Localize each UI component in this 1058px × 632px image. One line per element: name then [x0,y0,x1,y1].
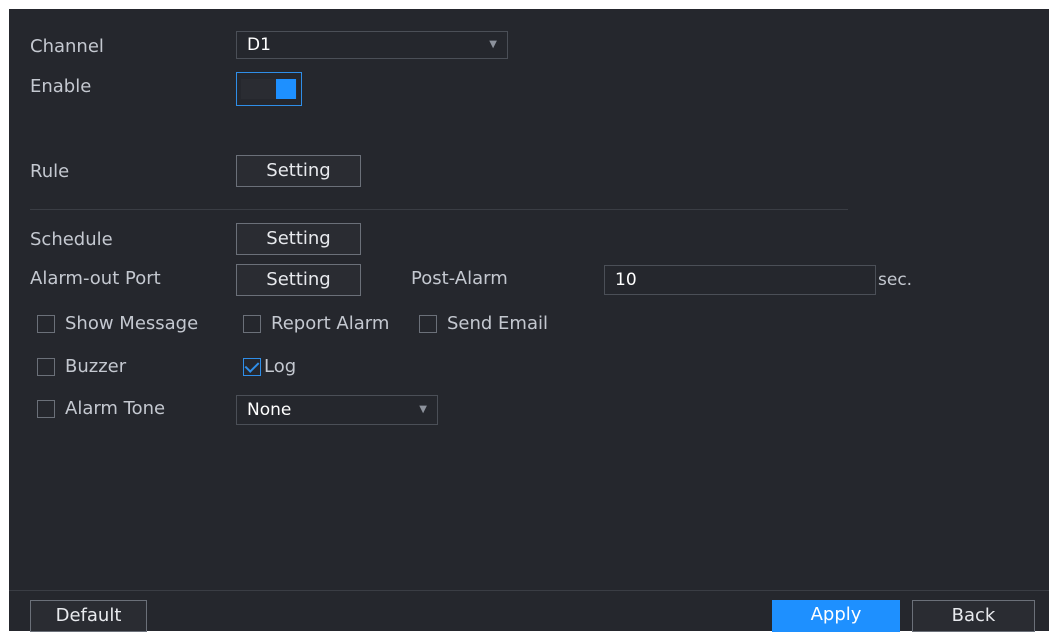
log-label: Log [264,356,297,377]
report-alarm-checkbox[interactable] [243,315,261,333]
enable-toggle[interactable] [236,72,302,106]
channel-dropdown[interactable]: D1 ▼ [236,31,508,59]
enable-label: Enable [30,76,92,97]
rule-setting-button[interactable]: Setting [236,155,361,187]
toggle-knob [276,79,296,99]
default-button[interactable]: Default [30,600,147,632]
section-divider [30,209,848,210]
show-message-label: Show Message [65,313,199,334]
log-checkbox[interactable] [243,358,261,376]
chevron-down-icon: ▼ [419,404,427,415]
post-alarm-input[interactable]: 10 [604,265,876,295]
back-button[interactable]: Back [912,600,1035,632]
alarm-out-setting-button[interactable]: Setting [236,264,361,296]
report-alarm-label: Report Alarm [271,313,390,334]
apply-button[interactable]: Apply [772,600,900,632]
post-alarm-unit: sec. [878,270,913,290]
chevron-down-icon: ▼ [489,39,497,50]
alarm-tone-checkbox[interactable] [37,400,55,418]
send-email-label: Send Email [447,313,548,334]
buzzer-checkbox[interactable] [37,358,55,376]
schedule-setting-button[interactable]: Setting [236,223,361,255]
settings-panel: Channel D1 ▼ Enable Rule Setting Schedul… [9,9,1049,630]
schedule-label: Schedule [30,229,113,250]
alarm-out-label: Alarm-out Port [30,268,161,289]
show-message-checkbox[interactable] [37,315,55,333]
buzzer-label: Buzzer [65,356,127,377]
channel-label: Channel [30,36,104,57]
channel-value: D1 [247,35,271,55]
send-email-checkbox[interactable] [419,315,437,333]
post-alarm-label: Post-Alarm [411,268,508,289]
alarm-tone-label: Alarm Tone [65,398,166,419]
rule-label: Rule [30,161,70,182]
alarm-tone-dropdown[interactable]: None ▼ [236,395,438,425]
footer-bar: Default Apply Back [9,590,1049,632]
alarm-tone-value: None [247,400,292,420]
